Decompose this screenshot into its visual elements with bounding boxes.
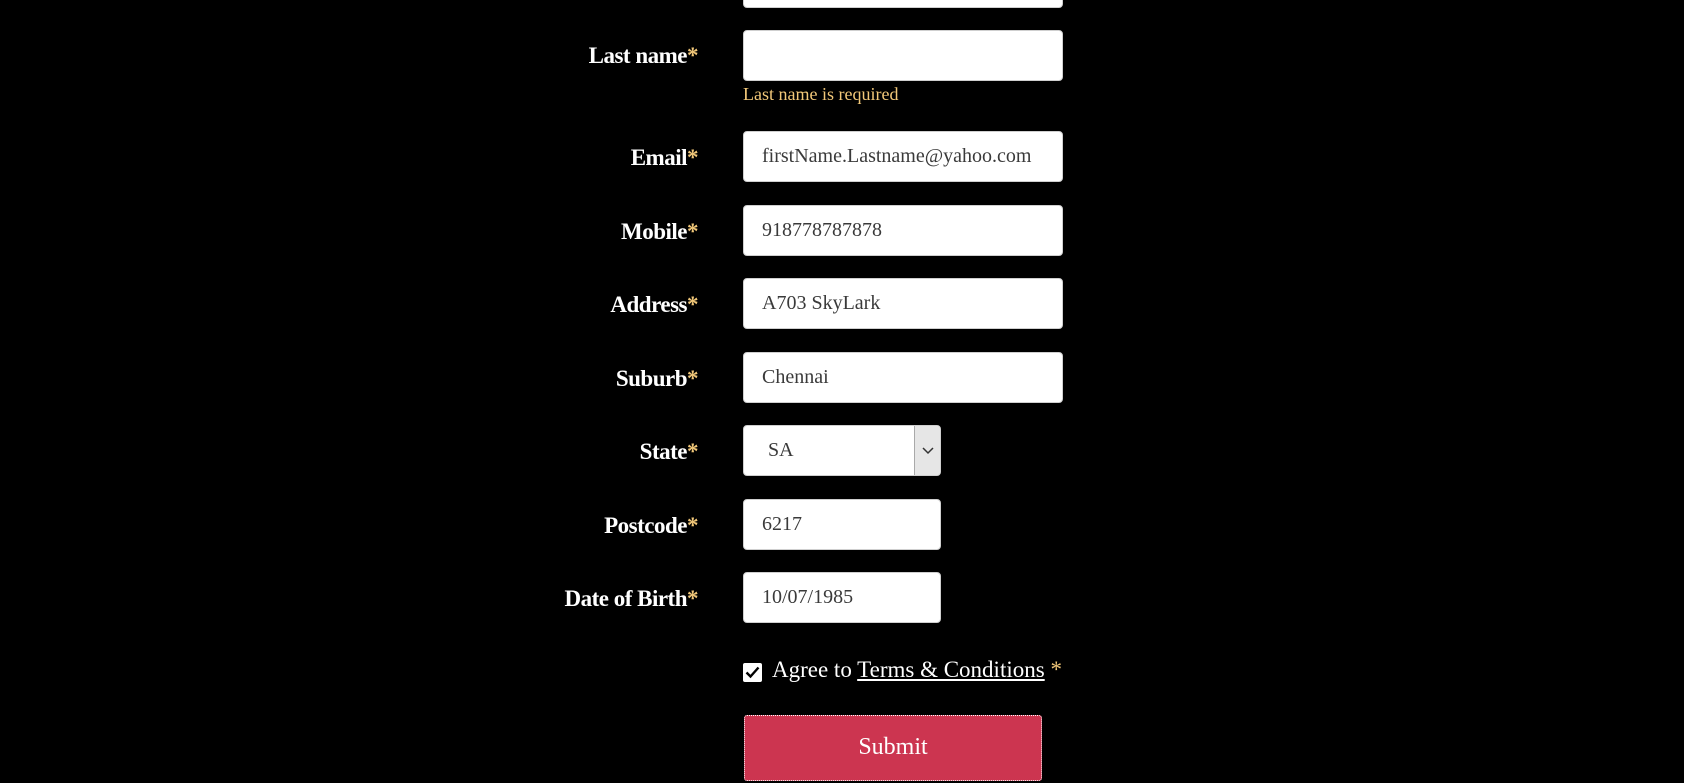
last-name-label-text: Last name [588,43,688,68]
state-selected-value: SA [768,439,794,461]
email-field[interactable]: firstName.Lastname@yahoo.com [743,131,1063,182]
chevron-down-icon[interactable] [914,426,940,475]
suburb-label-text: Suburb [615,366,688,391]
dob-label: Date of Birth* [564,586,698,612]
required-marker: * [687,292,699,317]
postcode-label: Postcode* [604,513,698,539]
submit-button[interactable]: Submit [744,715,1042,781]
agree-prefix: Agree to [772,657,852,682]
required-marker: * [687,145,699,170]
state-select[interactable]: SA [743,425,941,476]
email-value: firstName.Lastname@yahoo.com [762,145,1032,167]
first-name-field[interactable] [743,0,1063,8]
address-value: A703 SkyLark [762,292,881,314]
address-label-text: Address [610,292,687,317]
last-name-error: Last name is required [743,84,899,104]
dob-field[interactable]: 10/07/1985 [743,572,941,623]
last-name-label: Last name* [588,43,699,69]
email-label: Email* [630,145,699,171]
required-marker: * [687,439,699,464]
terms-conditions-link[interactable]: Terms & Conditions [857,657,1045,682]
required-marker: * [1050,657,1062,682]
agree-checkbox[interactable] [743,663,762,682]
agree-text: Agree to Terms & Conditions * [772,657,1062,683]
checkmark-icon [745,666,760,679]
suburb-field[interactable]: Chennai [743,352,1063,403]
required-marker: * [687,513,699,538]
mobile-label-text: Mobile [621,219,688,244]
suburb-label: Suburb* [615,366,699,392]
suburb-value: Chennai [762,366,829,388]
postcode-field[interactable]: 6217 [743,499,941,550]
dob-label-text: Date of Birth [564,586,687,611]
mobile-value: 918778787878 [762,219,882,241]
required-marker: * [687,366,699,391]
mobile-field[interactable]: 918778787878 [743,205,1063,256]
dob-value: 10/07/1985 [762,586,854,608]
registration-form-page: Last name* Last name is required Email* … [0,0,1684,783]
state-label: State* [639,439,699,465]
required-marker: * [687,219,699,244]
required-marker: * [687,43,699,68]
required-marker: * [687,586,699,611]
address-field[interactable]: A703 SkyLark [743,278,1063,329]
state-label-text: State [639,439,688,464]
address-label: Address* [610,292,698,318]
mobile-label: Mobile* [621,219,699,245]
email-label-text: Email [630,145,688,170]
last-name-field[interactable] [743,30,1063,81]
postcode-label-text: Postcode [604,513,687,538]
postcode-value: 6217 [762,513,802,535]
